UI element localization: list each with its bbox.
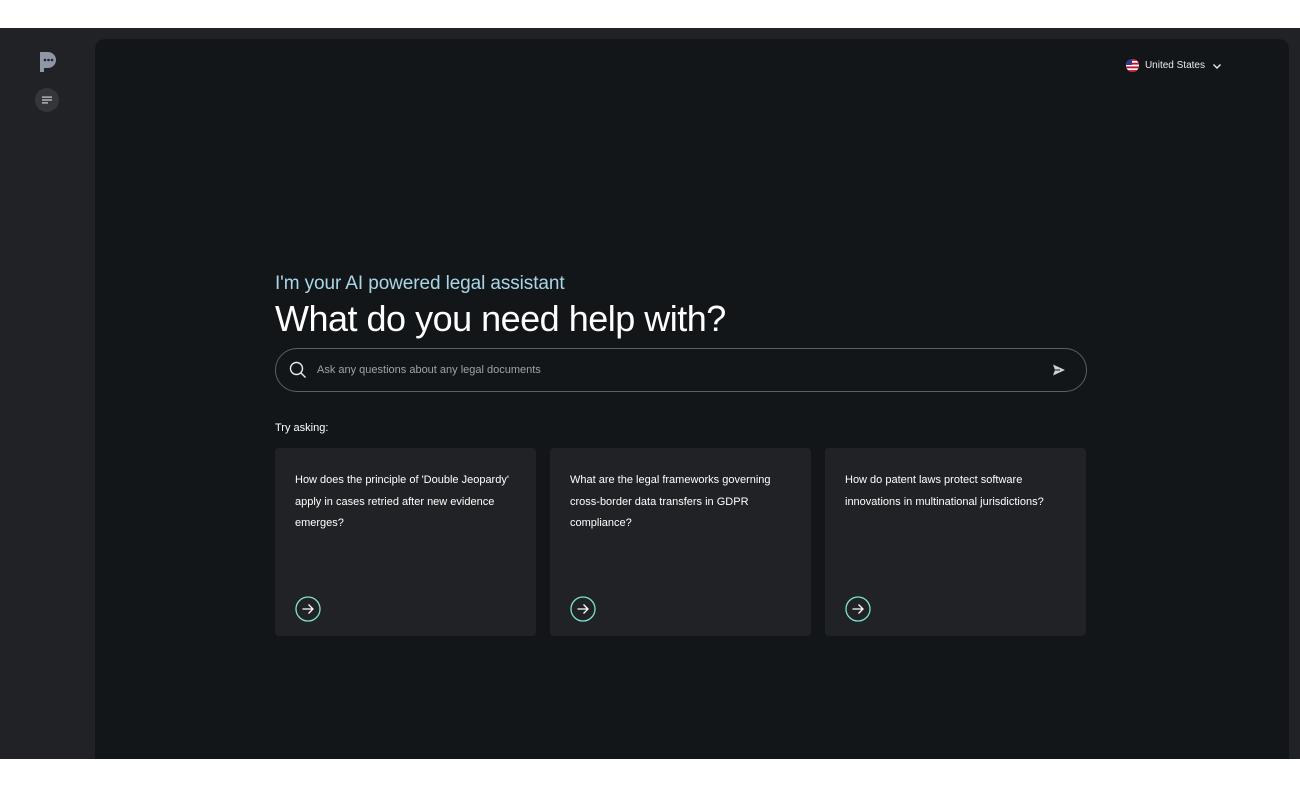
- hero-subtitle: I'm your AI powered legal assistant: [275, 273, 565, 294]
- send-button[interactable]: [1050, 361, 1068, 379]
- suggestion-card[interactable]: What are the legal frameworks governing …: [550, 448, 811, 636]
- suggestion-list: How does the principle of 'Double Jeopar…: [275, 448, 1086, 636]
- suggestions-label: Try asking:: [275, 422, 329, 434]
- menu-button[interactable]: [35, 88, 59, 112]
- sidebar: [0, 28, 95, 759]
- arrow-right-icon[interactable]: [845, 596, 871, 622]
- page-title: What do you need help with?: [275, 298, 726, 339]
- search-icon: [289, 361, 306, 378]
- main-panel: United States I'm your AI powered legal …: [95, 39, 1289, 759]
- app-logo-icon[interactable]: [37, 51, 57, 73]
- app-window: United States I'm your AI powered legal …: [0, 28, 1300, 759]
- suggestion-text: What are the legal frameworks governing …: [570, 474, 771, 529]
- search-bar: [275, 348, 1087, 392]
- arrow-right-icon[interactable]: [295, 596, 321, 622]
- chevron-down-icon: [1213, 63, 1221, 69]
- search-input[interactable]: [315, 363, 1050, 377]
- suggestion-text: How does the principle of 'Double Jeopar…: [295, 474, 509, 529]
- menu-lines-icon: [42, 96, 52, 104]
- region-label: United States: [1144, 60, 1205, 71]
- arrow-right-icon[interactable]: [570, 596, 596, 622]
- us-flag-icon: [1125, 59, 1139, 72]
- suggestion-text: How do patent laws protect software inno…: [845, 474, 1044, 508]
- suggestion-card[interactable]: How does the principle of 'Double Jeopar…: [275, 448, 536, 636]
- suggestion-card[interactable]: How do patent laws protect software inno…: [825, 448, 1086, 636]
- region-selector[interactable]: United States: [1125, 59, 1223, 72]
- hero-section: I'm your AI powered legal assistant What…: [275, 272, 1087, 636]
- send-icon: [1053, 364, 1065, 376]
